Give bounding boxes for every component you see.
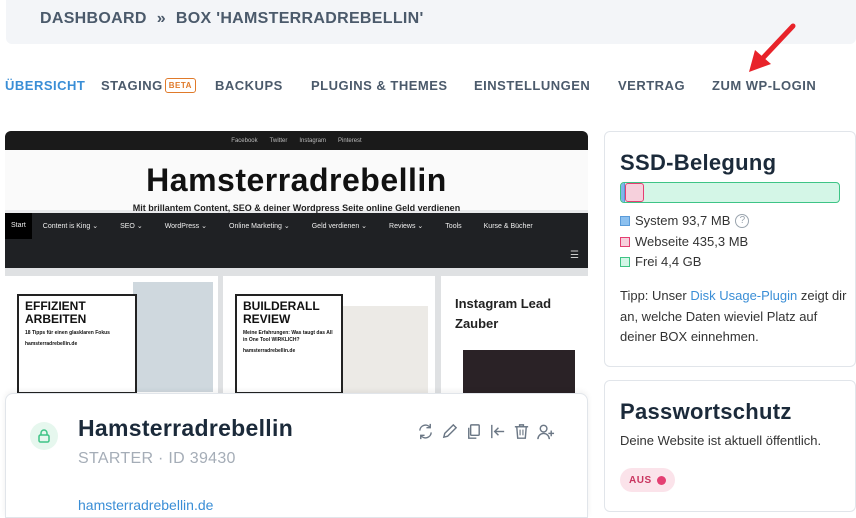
system-swatch: [620, 216, 630, 227]
preview-post-image: [133, 282, 213, 392]
preview-post-subtitle: Meine Erfahrungen: Was taugt das All in …: [243, 330, 333, 343]
ssd-title: SSD-Belegung: [620, 150, 777, 175]
preview-social-links: Facebook Twitter Instagram Pinterest: [5, 131, 588, 150]
tab-staging[interactable]: STAGING BETA: [101, 78, 196, 93]
refresh-icon[interactable]: [416, 422, 435, 441]
password-toggle-badge[interactable]: AUS: [620, 468, 675, 492]
preview-post-title: BUILDERALL: [243, 299, 320, 313]
password-title: Passwortschutz: [620, 399, 792, 424]
site-actions: [416, 422, 555, 441]
hamburger-menu-icon: ☰: [570, 250, 579, 261]
preview-widget-title-line: Instagram Lead: [455, 296, 552, 311]
preview-social-link: Instagram: [299, 137, 327, 144]
breadcrumb-dashboard[interactable]: DASHBOARD: [40, 10, 147, 28]
tab-contract[interactable]: VERTRAG: [618, 78, 685, 93]
beta-badge: BETA: [164, 78, 196, 93]
tab-backups[interactable]: BACKUPS: [215, 78, 283, 93]
ssd-legend: System 93,7 MB? Webseite 435,3 MB Frei 4…: [620, 211, 750, 273]
preview-content: EFFIZIENT ARBEITEN 18 Tipps für einen gl…: [5, 268, 588, 393]
password-protection-panel: Passwortschutz Deine Website ist aktuell…: [604, 380, 856, 512]
tip-prefix: Tipp: Unser: [620, 288, 691, 303]
legend-website: Webseite 435,3 MB: [635, 233, 749, 249]
preview-post-cover: BUILDERALL REVIEW Meine Erfahrungen: Was…: [235, 294, 343, 393]
preview-nav-item: Reviews ⌄: [389, 223, 424, 230]
preview-nav-item: WordPress ⌄: [164, 223, 207, 230]
legend-system: System 93,7 MB: [635, 213, 731, 228]
preview-social-link: Pinterest: [338, 137, 362, 144]
preview-site-subtitle: Mit brillantem Content, SEO & deiner Wor…: [132, 203, 461, 213]
breadcrumb: DASHBOARD » BOX 'HAMSTERRADREBELLIN': [40, 10, 424, 28]
preview-nav-item: Tools: [445, 222, 462, 230]
preview-nav-item: Geld verdienen ⌄: [311, 223, 368, 230]
password-status-text: Deine Website ist aktuell öffentlich.: [620, 433, 822, 448]
preview-post-title: REVIEW: [243, 312, 291, 326]
preview-post-image: [333, 306, 428, 393]
site-name: Hamsterradrebellin: [78, 415, 294, 441]
ssd-usage-panel: SSD-Belegung System 93,7 MB? Webseite 43…: [604, 131, 856, 367]
edit-icon[interactable]: [440, 422, 459, 441]
preview-post-title: ARBEITEN: [25, 312, 87, 326]
website-swatch: [620, 236, 630, 247]
trash-icon[interactable]: [512, 422, 531, 441]
preview-nav-item: SEO ⌄: [120, 223, 143, 230]
preview-nav-item: Content is King ⌄: [42, 223, 99, 230]
preview-post-footer: hamsterradrebellin.de: [243, 348, 296, 354]
preview-post-footer: hamsterradrebellin.de: [25, 341, 78, 347]
preview-nav-item: Kurse & Bücher: [483, 222, 533, 230]
ssd-bar-website: [625, 183, 644, 202]
preview-nav-item: Start: [5, 213, 32, 239]
red-arrow-icon: [749, 23, 796, 72]
breadcrumb-current: BOX 'HAMSTERRADREBELLIN': [175, 10, 424, 27]
ssd-tip: Tipp: Unser Disk Usage-Plugin zeigt dir …: [620, 286, 852, 348]
free-swatch: [620, 257, 630, 268]
preview-widget-title-line: Zauber: [455, 316, 499, 331]
status-dot-icon: [656, 475, 666, 485]
preview-post-card: EFFIZIENT ARBEITEN 18 Tipps für einen gl…: [5, 276, 218, 393]
preview-post-card: BUILDERALL REVIEW Meine Erfahrungen: Was…: [223, 276, 435, 393]
help-icon[interactable]: ?: [735, 214, 750, 229]
copy-icon[interactable]: [464, 422, 483, 441]
tab-settings[interactable]: EINSTELLUNGEN: [474, 78, 590, 93]
preview-widget-image: [463, 350, 575, 393]
preview-social-link: Facebook: [231, 137, 258, 144]
site-preview-screenshot[interactable]: Facebook Twitter Instagram Pinterest Ham…: [5, 131, 588, 393]
migrate-icon[interactable]: [488, 422, 507, 441]
disk-usage-plugin-link[interactable]: Disk Usage-Plugin: [690, 288, 797, 303]
legend-free: Frei 4,4 GB: [635, 254, 702, 269]
preview-widget-title: Instagram Lead Zauber: [455, 294, 551, 334]
site-info-card: Hamsterradrebellin STARTER · ID 39430 ha…: [5, 393, 588, 518]
preview-post-subtitle: 18 Tipps für einen glasklaren Fokus: [25, 330, 110, 336]
preview-site-title: Hamsterradrebellin: [146, 162, 447, 198]
tab-plugins-themes[interactable]: PLUGINS & THEMES: [311, 78, 448, 93]
tab-staging-label: STAGING: [101, 78, 163, 93]
preview-nav: Start Content is King ⌄ SEO ⌄ WordPress …: [5, 213, 588, 268]
password-toggle-label: AUS: [629, 474, 652, 486]
site-url-link[interactable]: hamsterradrebellin.de: [78, 497, 213, 513]
tab-wp-login[interactable]: ZUM WP-LOGIN: [712, 78, 816, 93]
preview-nav-item: Online Marketing ⌄: [229, 223, 290, 230]
preview-post-cover: EFFIZIENT ARBEITEN 18 Tipps für einen gl…: [17, 294, 137, 393]
site-plan-id: STARTER · ID 39430: [78, 450, 236, 467]
preview-sidebar-widget: Instagram Lead Zauber: [441, 276, 588, 393]
preview-post-title: EFFIZIENT: [25, 299, 86, 313]
add-user-icon[interactable]: [536, 422, 555, 441]
breadcrumb-bar: DASHBOARD » BOX 'HAMSTERRADREBELLIN': [6, 0, 856, 44]
tab-overview[interactable]: ÜBERSICHT: [5, 78, 85, 93]
ssd-usage-bar: [620, 182, 840, 203]
preview-social-link: Twitter: [269, 137, 288, 144]
breadcrumb-separator: »: [156, 10, 166, 27]
lock-icon: [30, 422, 58, 450]
preview-header: Hamsterradrebellin Mit brillantem Conten…: [5, 150, 588, 213]
